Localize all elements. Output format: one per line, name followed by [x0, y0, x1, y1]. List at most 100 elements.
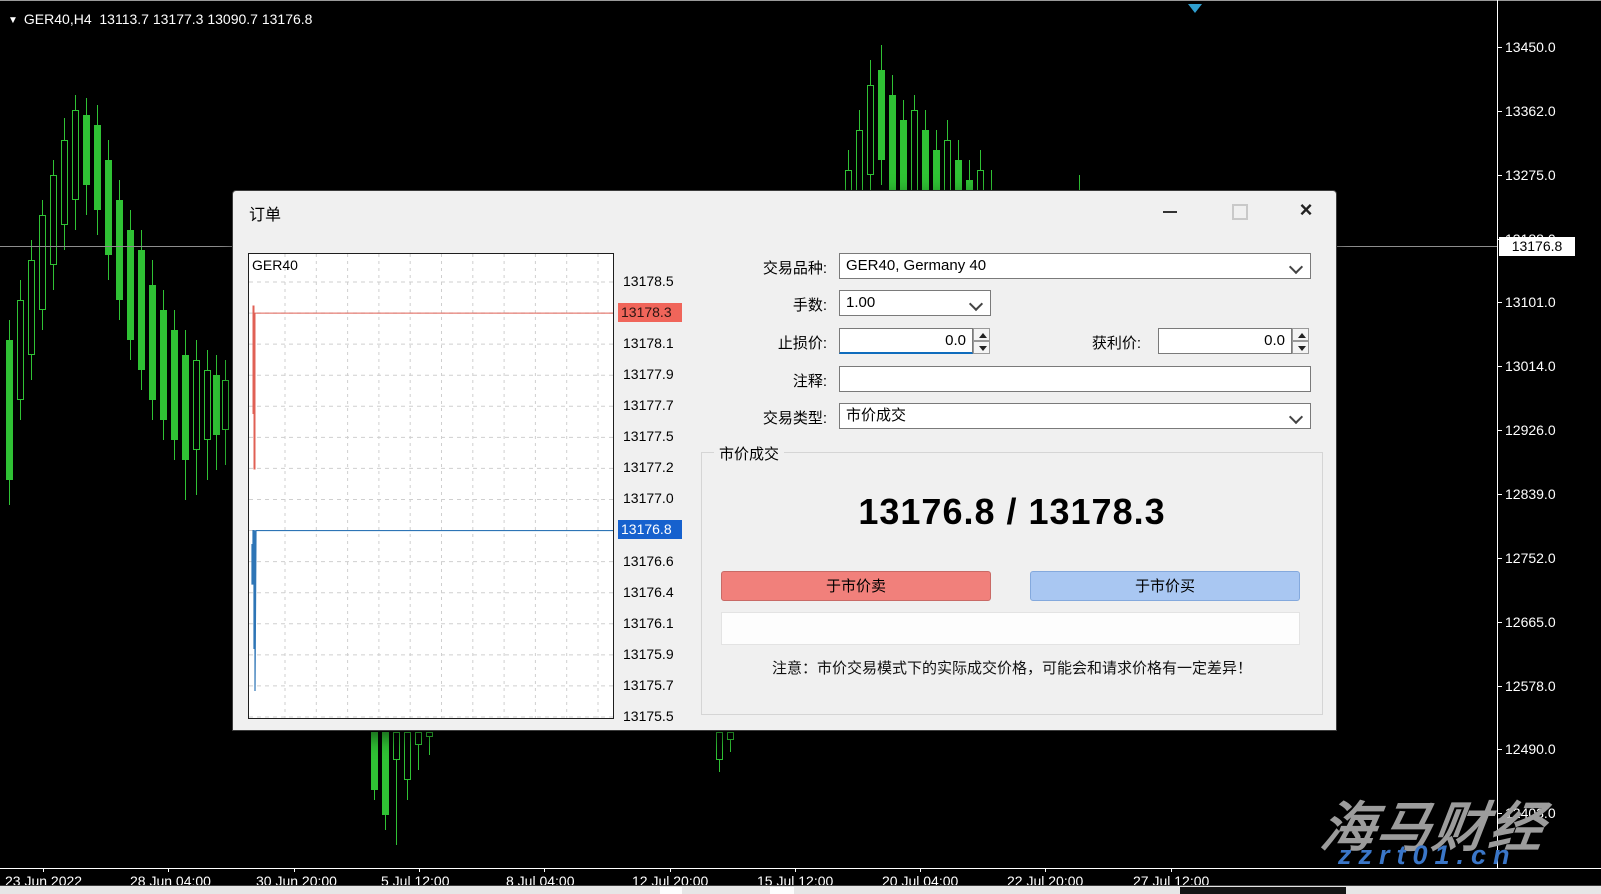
- ask-price-badge: 13178.3: [618, 303, 682, 322]
- candle: [149, 285, 156, 400]
- candle: [878, 70, 885, 160]
- price-axis-tick: [1497, 622, 1502, 623]
- volume-combobox[interactable]: 1.00: [839, 290, 991, 316]
- mt4-screen: ▼GER40,H4 13113.7 13177.3 13090.7 13176.…: [0, 0, 1601, 894]
- candle: [393, 732, 400, 760]
- takeprofit-spinwrap: 0.0: [1158, 328, 1309, 354]
- tick-scale-label: 13177.7: [623, 396, 681, 414]
- takeprofit-spinner: [1292, 328, 1309, 354]
- candle: [182, 355, 189, 460]
- symbol-combobox[interactable]: GER40, Germany 40: [839, 253, 1311, 279]
- candle: [404, 732, 411, 780]
- close-button[interactable]: ×: [1287, 197, 1325, 224]
- takeprofit-field-label: 获利价:: [983, 332, 1141, 353]
- buy-by-market-button[interactable]: 于市价买: [1030, 571, 1300, 601]
- candle: [116, 200, 123, 300]
- bid-ask-price-display: 13176.8 / 13178.3: [702, 491, 1322, 533]
- close-icon: ×: [1287, 197, 1325, 223]
- candle: [193, 360, 200, 450]
- candle: [72, 110, 79, 200]
- candle: [867, 85, 874, 175]
- candle: [371, 732, 378, 790]
- arrow-up-icon: [1298, 333, 1306, 338]
- candle: [426, 732, 433, 737]
- tick-scale-label: 13177.5: [623, 427, 681, 445]
- candle: [61, 140, 68, 225]
- price-axis-tick: [1497, 430, 1502, 431]
- dialog-titlebar[interactable]: 订单 ×: [233, 191, 1336, 229]
- chevron-down-icon: [969, 297, 983, 311]
- candle: [213, 375, 220, 435]
- price-axis-label: 13014.0: [1505, 358, 1556, 374]
- price-axis-tick: [1497, 366, 1502, 367]
- chart-scroll-marker-icon[interactable]: [1188, 4, 1202, 13]
- candle: [94, 125, 101, 210]
- candle: [171, 330, 178, 440]
- order-dialog: 订单 × GER40 交易品种: GER40, Germany 40 手数: 1…: [232, 190, 1337, 731]
- arrow-down-icon: [1298, 346, 1306, 351]
- minimize-button[interactable]: [1151, 197, 1189, 224]
- candle: [138, 250, 145, 370]
- price-axis-line: [1497, 0, 1498, 868]
- tick-scale-label: 13177.2: [623, 458, 681, 476]
- tick-scale-label: 13175.7: [623, 676, 681, 694]
- comment-input[interactable]: [839, 366, 1311, 392]
- price-axis-label: 13101.0: [1505, 294, 1556, 310]
- candle: [39, 215, 46, 310]
- bid-price-badge: 13176.8: [618, 520, 682, 539]
- symbol-combobox-value: GER40, Germany 40: [846, 257, 986, 274]
- dialog-title: 订单: [249, 201, 281, 225]
- tick-scale-label: 13176.1: [623, 614, 681, 632]
- minimize-icon: [1163, 211, 1177, 213]
- candle: [889, 95, 896, 190]
- tick-scale-label: 13175.5: [623, 707, 681, 725]
- watermark-url: zzrt01.cn: [1338, 840, 1517, 871]
- price-axis-tick: [1497, 175, 1502, 176]
- market-execution-group: 市价成交 13176.8 / 13178.3 于市价卖 于市价买 注意：市价交易…: [701, 452, 1323, 715]
- candle: [415, 732, 422, 745]
- price-axis-tick: [1497, 686, 1502, 687]
- maximize-button[interactable]: [1219, 197, 1257, 224]
- tick-chart-plot: [248, 253, 614, 719]
- price-axis-label: 12839.0: [1505, 486, 1556, 502]
- candle: [6, 340, 13, 480]
- candle: [50, 175, 57, 265]
- symbol-info: ▼GER40,H4 13113.7 13177.3 13090.7 13176.…: [8, 11, 312, 27]
- current-price-badge: 13176.8: [1499, 237, 1575, 256]
- price-axis-tick: [1497, 494, 1502, 495]
- stoploss-input[interactable]: 0.0: [839, 328, 973, 354]
- time-axis-tick: [1171, 868, 1172, 872]
- market-execution-note: 注意：市价交易模式下的实际成交价格，可能会和请求价格有一定差异！: [702, 657, 1322, 678]
- time-axis-tick: [1045, 868, 1046, 872]
- candle: [222, 380, 229, 430]
- time-axis-tick: [795, 868, 796, 872]
- price-axis-tick: [1497, 558, 1502, 559]
- candle: [28, 260, 35, 355]
- price-axis-label: 12490.0: [1505, 741, 1556, 757]
- takeprofit-spin-up-button[interactable]: [1292, 328, 1309, 341]
- tick-scale-label: 13178.1: [623, 334, 681, 352]
- time-axis-tick: [670, 868, 671, 872]
- tick-scale-label: 13178.5: [623, 272, 681, 290]
- tick-chart-symbol-label: GER40: [252, 257, 298, 273]
- maximize-icon: [1232, 204, 1248, 220]
- price-axis-tick: [1497, 302, 1502, 303]
- price-axis-tick: [1497, 111, 1502, 112]
- taskbar-highlight-2: [770, 887, 794, 894]
- price-axis-tick: [1497, 749, 1502, 750]
- candle: [716, 732, 723, 760]
- sell-by-market-button[interactable]: 于市价卖: [721, 571, 991, 601]
- candle: [382, 732, 389, 815]
- takeprofit-spin-down-button[interactable]: [1292, 341, 1309, 354]
- order-result-bar: [721, 612, 1300, 645]
- price-axis-label: 12578.0: [1505, 678, 1556, 694]
- candle: [204, 370, 211, 440]
- tick-chart-svg: [249, 254, 613, 718]
- time-axis-tick: [294, 868, 295, 872]
- order-type-combobox[interactable]: 市价成交: [839, 403, 1311, 429]
- takeprofit-input[interactable]: 0.0: [1158, 328, 1292, 354]
- order-type-combobox-value: 市价成交: [846, 407, 906, 424]
- volume-combobox-value: 1.00: [846, 294, 875, 311]
- time-axis-tick: [43, 868, 44, 872]
- price-axis-label: 12926.0: [1505, 422, 1556, 438]
